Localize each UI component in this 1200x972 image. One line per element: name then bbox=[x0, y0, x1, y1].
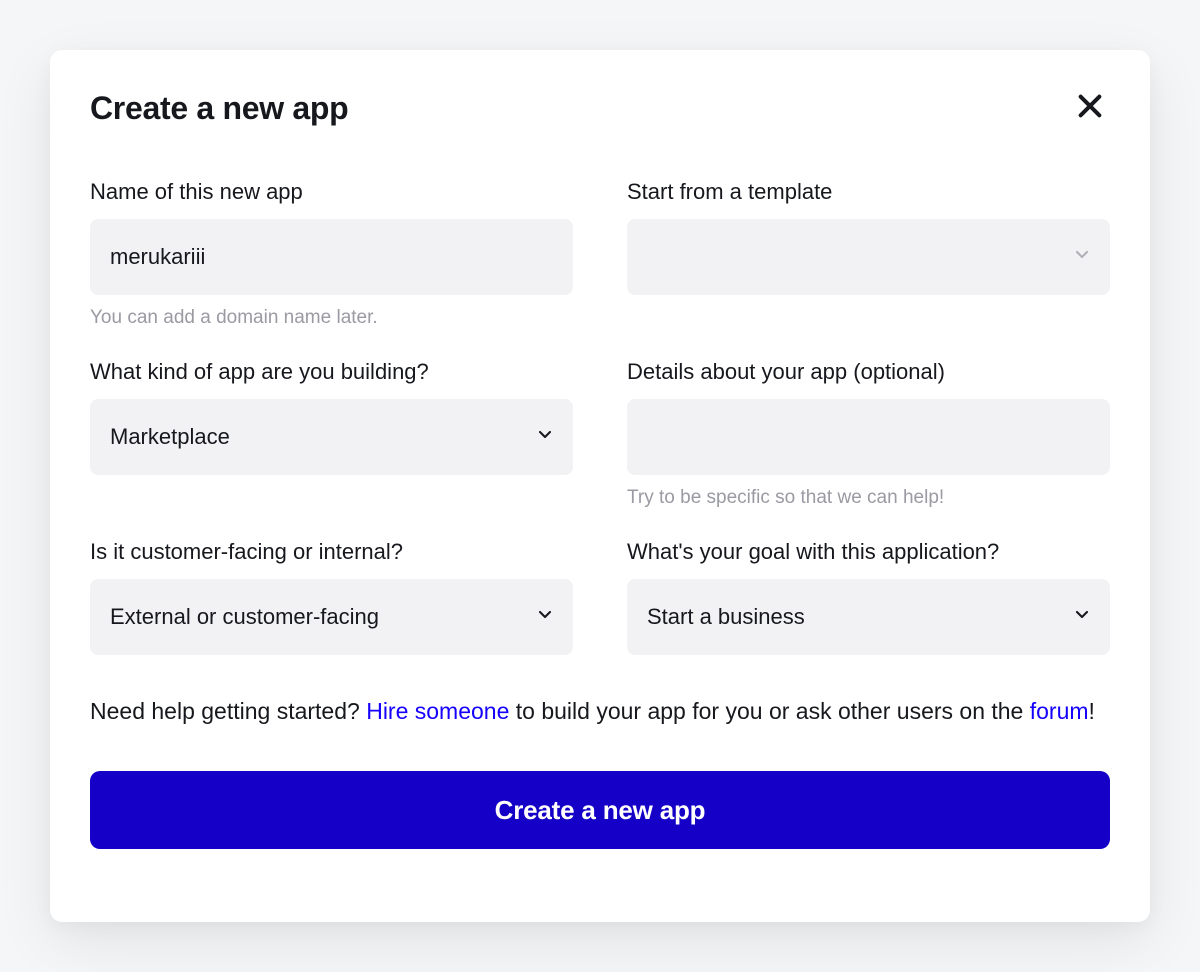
hire-someone-link[interactable]: Hire someone bbox=[366, 698, 509, 724]
form-grid: Name of this new app You can add a domai… bbox=[90, 179, 1110, 655]
field-goal: What's your goal with this application? … bbox=[627, 539, 1110, 655]
kind-select-value: Marketplace bbox=[110, 424, 230, 450]
field-details-label: Details about your app (optional) bbox=[627, 359, 1110, 385]
field-kind-label: What kind of app are you building? bbox=[90, 359, 573, 385]
help-text-part3: ! bbox=[1089, 698, 1095, 724]
kind-select[interactable]: Marketplace bbox=[90, 399, 573, 475]
create-app-modal: Create a new app Name of this new app Yo… bbox=[50, 50, 1150, 922]
field-goal-label: What's your goal with this application? bbox=[627, 539, 1110, 565]
field-kind: What kind of app are you building? Marke… bbox=[90, 359, 573, 509]
close-icon bbox=[1074, 90, 1106, 127]
template-select[interactable] bbox=[627, 219, 1110, 295]
modal-header: Create a new app bbox=[90, 86, 1110, 131]
forum-link[interactable]: forum bbox=[1030, 698, 1089, 724]
create-app-button[interactable]: Create a new app bbox=[90, 771, 1110, 849]
details-hint: Try to be specific so that we can help! bbox=[627, 487, 1110, 509]
field-name-label: Name of this new app bbox=[90, 179, 573, 205]
details-input[interactable] bbox=[627, 399, 1110, 475]
field-template: Start from a template bbox=[627, 179, 1110, 329]
help-text: Need help getting started? Hire someone … bbox=[90, 691, 1110, 731]
field-facing-label: Is it customer-facing or internal? bbox=[90, 539, 573, 565]
close-button[interactable] bbox=[1070, 86, 1110, 131]
name-hint: You can add a domain name later. bbox=[90, 307, 573, 329]
modal-title: Create a new app bbox=[90, 90, 348, 127]
goal-select[interactable]: Start a business bbox=[627, 579, 1110, 655]
goal-select-value: Start a business bbox=[647, 604, 805, 630]
field-facing: Is it customer-facing or internal? Exter… bbox=[90, 539, 573, 655]
facing-select-value: External or customer-facing bbox=[110, 604, 379, 630]
help-text-part2: to build your app for you or ask other u… bbox=[509, 698, 1029, 724]
field-template-label: Start from a template bbox=[627, 179, 1110, 205]
help-text-part1: Need help getting started? bbox=[90, 698, 366, 724]
name-input[interactable] bbox=[90, 219, 573, 295]
field-name: Name of this new app You can add a domai… bbox=[90, 179, 573, 329]
facing-select[interactable]: External or customer-facing bbox=[90, 579, 573, 655]
field-details: Details about your app (optional) Try to… bbox=[627, 359, 1110, 509]
